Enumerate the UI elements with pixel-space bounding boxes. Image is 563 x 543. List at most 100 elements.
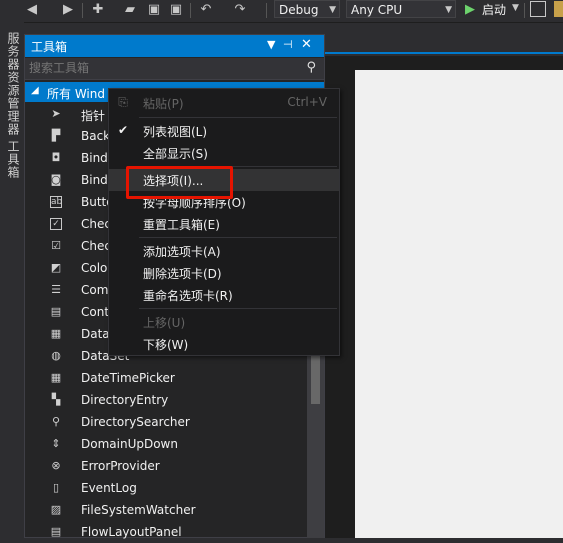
menu-item-label: 重置工具箱(E) bbox=[143, 218, 220, 232]
search-input[interactable] bbox=[29, 60, 279, 76]
start-button-label[interactable]: 启动 bbox=[482, 1, 506, 18]
list-item[interactable]: ▨ FileSystemWatcher bbox=[25, 499, 305, 521]
tab-toolbox[interactable]: 工具箱 bbox=[5, 140, 22, 179]
item-label: EventLog bbox=[81, 481, 137, 495]
chevron-down-icon: ▼ bbox=[445, 5, 452, 15]
menu-item-reset-toolbox[interactable]: 重置工具箱(E) bbox=[109, 213, 339, 235]
item-label: DomainUpDown bbox=[81, 437, 178, 451]
backgroundworker-icon: ▛ bbox=[51, 129, 61, 142]
list-item[interactable]: ⚲ DirectorySearcher bbox=[25, 411, 305, 433]
list-item[interactable]: ▯ EventLog bbox=[25, 477, 305, 499]
menu-item-label: 下移(W) bbox=[143, 338, 189, 352]
menu-item-delete-tab[interactable]: 删除选项卡(D) bbox=[109, 262, 339, 284]
dropdown-icon[interactable]: ▼ bbox=[267, 38, 275, 51]
designer-surface[interactable] bbox=[325, 56, 563, 538]
tab-server-explorer[interactable]: 服务器资源管理器 bbox=[5, 32, 22, 136]
checkmark-icon: ✔ bbox=[117, 123, 129, 137]
menu-item-label: 上移(U) bbox=[143, 316, 186, 330]
list-item[interactable]: ⊗ ErrorProvider bbox=[25, 455, 305, 477]
save-all-icon[interactable]: ▣ bbox=[168, 2, 184, 18]
chevron-down-icon[interactable]: ▼ bbox=[512, 3, 519, 13]
list-item[interactable]: ▤ FlowLayoutPanel bbox=[25, 521, 305, 543]
new-project-icon[interactable]: ✚ bbox=[90, 2, 106, 18]
datetimepicker-icon: ▦ bbox=[50, 371, 62, 384]
menu-item-label: 粘贴(P) bbox=[143, 97, 184, 111]
toolbox-title-bar: 工具箱 ▼ ⊣ ✕ bbox=[25, 35, 324, 57]
paste-icon: ⎘ bbox=[118, 95, 128, 109]
redo-icon[interactable]: ↷ bbox=[232, 2, 248, 18]
search-icon[interactable]: ⚲ bbox=[306, 60, 316, 75]
toolbar-separator bbox=[190, 3, 191, 18]
colordialog-icon: ◩ bbox=[50, 261, 62, 274]
menu-item-list-view[interactable]: ✔ 列表视图(L) bbox=[109, 120, 339, 142]
configuration-dropdown[interactable]: Debug ▼ bbox=[274, 0, 340, 18]
item-label: FileSystemWatcher bbox=[81, 503, 196, 517]
menu-item-label: 删除选项卡(D) bbox=[143, 267, 222, 281]
checkbox-icon: ✓ bbox=[50, 218, 62, 230]
item-label: Back bbox=[81, 129, 111, 143]
editor-tab-bar bbox=[325, 34, 563, 52]
start-icon[interactable]: ▶ bbox=[462, 2, 478, 18]
contextmenustrip-icon: ▤ bbox=[50, 305, 62, 318]
item-label: Data bbox=[81, 327, 110, 341]
list-item[interactable]: ⇕ DomainUpDown bbox=[25, 433, 305, 455]
side-tab-strip: 服务器资源管理器 工具箱 bbox=[0, 22, 24, 538]
bindingnavigator-icon: ◘ bbox=[51, 151, 61, 164]
item-label: 指针 bbox=[81, 109, 106, 123]
menu-separator bbox=[139, 237, 337, 238]
pin-icon[interactable]: ⊣ bbox=[283, 38, 293, 51]
folder-icon[interactable] bbox=[554, 1, 563, 17]
menu-item-move-up[interactable]: 上移(U) bbox=[109, 311, 339, 333]
close-icon[interactable]: ✕ bbox=[301, 37, 312, 52]
dataset-icon: ◍ bbox=[51, 349, 61, 362]
attach-icon[interactable] bbox=[530, 1, 546, 17]
eventlog-icon: ▯ bbox=[52, 481, 60, 494]
item-label: Com bbox=[81, 283, 109, 297]
menu-item-label: 重命名选项卡(R) bbox=[143, 289, 233, 303]
undo-icon[interactable]: ↶ bbox=[198, 2, 214, 18]
directorysearcher-icon: ⚲ bbox=[51, 415, 61, 428]
menu-item-label: 全部显示(S) bbox=[143, 147, 208, 161]
configuration-value: Debug bbox=[279, 3, 319, 17]
save-icon[interactable]: ▣ bbox=[146, 2, 162, 18]
toolbox-search: ⚲ bbox=[25, 58, 324, 80]
list-item[interactable]: ▦ DateTimePicker bbox=[25, 367, 305, 389]
menu-item-rename-tab[interactable]: 重命名选项卡(R) bbox=[109, 284, 339, 306]
item-label: Cont bbox=[81, 305, 110, 319]
toolbar-separator bbox=[266, 3, 267, 18]
domainupdown-icon: ⇕ bbox=[51, 437, 61, 450]
item-label: DirectorySearcher bbox=[81, 415, 190, 429]
menu-item-move-down[interactable]: 下移(W) bbox=[109, 333, 339, 355]
item-label: DirectoryEntry bbox=[81, 393, 169, 407]
datagridview-icon: ▦ bbox=[50, 327, 62, 340]
item-label: Colo bbox=[81, 261, 108, 275]
item-label: Chec bbox=[81, 239, 111, 253]
context-menu: ⎘ 粘贴(P) Ctrl+V ✔ 列表视图(L) 全部显示(S) 选择项(I).… bbox=[108, 88, 340, 356]
menu-item-add-tab[interactable]: 添加选项卡(A) bbox=[109, 240, 339, 262]
platform-value: Any CPU bbox=[351, 3, 403, 17]
menu-item-paste[interactable]: ⎘ 粘贴(P) Ctrl+V bbox=[109, 92, 339, 114]
menu-item-show-all[interactable]: 全部显示(S) bbox=[109, 142, 339, 164]
toolbar-separator bbox=[82, 3, 83, 18]
directoryentry-icon: ▚ bbox=[51, 393, 61, 406]
pointer-icon: ➤ bbox=[51, 107, 61, 120]
collapse-icon[interactable]: ◢ bbox=[31, 85, 39, 96]
toolbar-separator bbox=[524, 3, 525, 18]
menu-item-label: 列表视图(L) bbox=[143, 125, 208, 139]
forward-icon[interactable]: ▶ bbox=[60, 2, 76, 18]
checkedlistbox-icon: ☑ bbox=[51, 239, 61, 252]
platform-dropdown[interactable]: Any CPU ▼ bbox=[346, 0, 456, 18]
item-label: ErrorProvider bbox=[81, 459, 160, 473]
menu-item-label: 添加选项卡(A) bbox=[143, 245, 221, 259]
list-item[interactable]: ▚ DirectoryEntry bbox=[25, 389, 305, 411]
group-header-label: 所有 Wind bbox=[47, 87, 105, 101]
item-label: FlowLayoutPanel bbox=[81, 525, 182, 539]
back-icon[interactable]: ◀ bbox=[24, 2, 40, 18]
combobox-icon: ☰ bbox=[51, 283, 61, 296]
menu-separator bbox=[139, 308, 337, 309]
form-canvas[interactable] bbox=[355, 70, 563, 538]
open-folder-icon[interactable]: ▰ bbox=[122, 2, 138, 18]
item-label: Chec bbox=[81, 217, 111, 231]
menu-separator bbox=[139, 117, 337, 118]
filesystemwatcher-icon: ▨ bbox=[50, 503, 62, 516]
